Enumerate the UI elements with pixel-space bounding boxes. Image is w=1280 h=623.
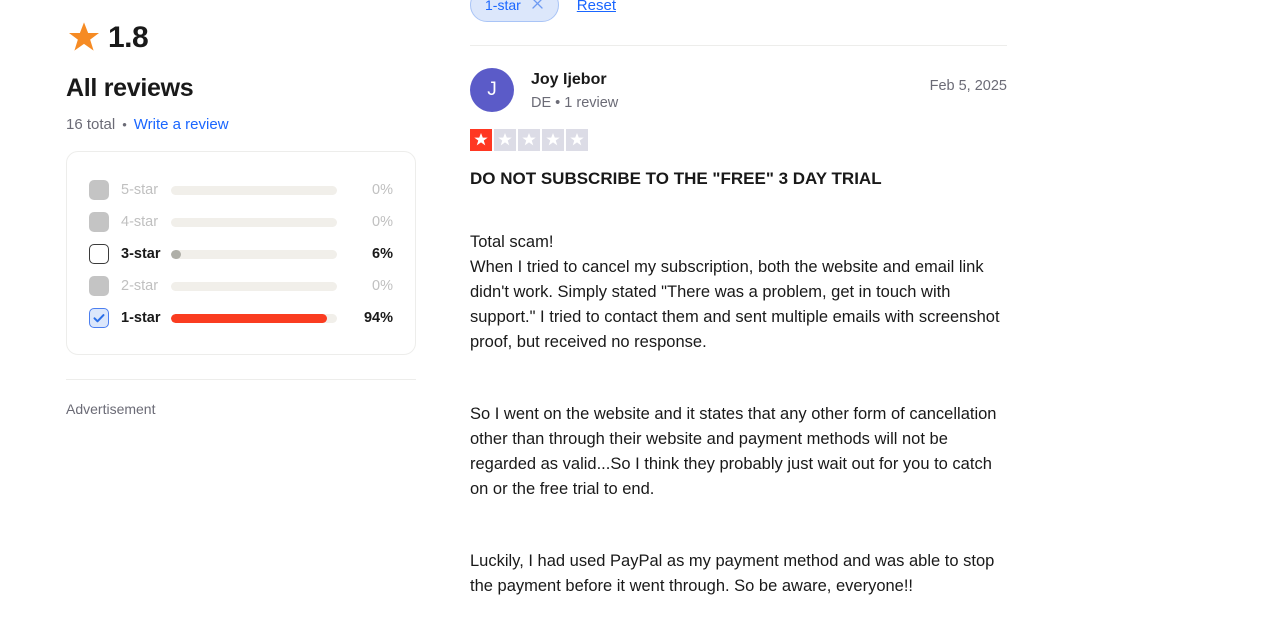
filter-checkbox-3-star[interactable] xyxy=(89,244,109,264)
close-icon[interactable] xyxy=(531,0,544,13)
distribution-percent-2-star: 0% xyxy=(372,278,393,294)
total-count-label: 16 total xyxy=(66,116,116,133)
page-title: All reviews xyxy=(66,74,194,102)
separator-dot: • xyxy=(122,117,127,132)
review-date: Feb 5, 2025 xyxy=(929,78,1007,94)
distribution-label-5-star: 5-star xyxy=(121,182,159,198)
distribution-bar-fill-3-star xyxy=(171,249,181,259)
totals-row: 16 total • Write a review xyxy=(66,116,416,133)
filter-checkbox-2-star xyxy=(89,276,109,296)
star-empty-icon xyxy=(494,129,516,151)
filter-checkbox-1-star[interactable] xyxy=(89,308,109,328)
reviewer-info: Joy Ijebor DE • 1 review xyxy=(514,68,618,111)
distribution-label-4-star: 4-star xyxy=(121,214,159,230)
review-paragraph: So I went on the website and it states t… xyxy=(470,405,997,499)
distribution-percent-5-star: 0% xyxy=(372,182,393,198)
distribution-row-4-star[interactable]: 4-star 0% xyxy=(89,206,393,238)
write-a-review-link[interactable]: Write a review xyxy=(134,116,229,133)
filter-checkbox-5-star xyxy=(89,180,109,200)
star-icon xyxy=(66,20,102,56)
filters-divider xyxy=(470,45,1007,46)
avatar[interactable]: J xyxy=(470,68,514,112)
reviews-list-column: 1-star Reset J Joy Ijebor DE • 1 review … xyxy=(470,0,1007,623)
active-filter-chip-1-star[interactable]: 1-star xyxy=(470,0,559,22)
review-header: J Joy Ijebor DE • 1 review Feb 5, 2025 xyxy=(470,68,1007,112)
review-star-rating xyxy=(470,129,1007,151)
reviewer-name[interactable]: Joy Ijebor xyxy=(531,70,618,91)
review-card: J Joy Ijebor DE • 1 review Feb 5, 2025 D… xyxy=(470,68,1007,623)
review-paragraph: Total scam! When I tried to cancel my su… xyxy=(470,233,1000,352)
distribution-row-1-star[interactable]: 1-star 94% xyxy=(89,302,393,334)
overall-score: 1.8 xyxy=(66,0,416,60)
sidebar-divider xyxy=(66,379,416,380)
distribution-row-2-star[interactable]: 2-star 0% xyxy=(89,270,393,302)
distribution-row-5-star[interactable]: 5-star 0% xyxy=(89,174,393,206)
distribution-bar-3-star xyxy=(171,249,337,259)
star-empty-icon xyxy=(566,129,588,151)
active-filters-bar: 1-star Reset xyxy=(470,0,1007,22)
review-body: Total scam! When I tried to cancel my su… xyxy=(470,205,1007,623)
distribution-bar-4-star xyxy=(171,217,337,227)
filter-checkbox-4-star xyxy=(89,212,109,232)
distribution-bar-5-star xyxy=(171,185,337,195)
review-paragraph: Luckily, I had used PayPal as my payment… xyxy=(470,552,995,596)
distribution-label-1-star: 1-star xyxy=(121,310,161,326)
reviews-summary-sidebar: 1.8 All reviews 16 total • Write a revie… xyxy=(66,0,416,417)
reviews-page: 1.8 All reviews 16 total • Write a revie… xyxy=(0,0,1280,623)
distribution-label-2-star: 2-star xyxy=(121,278,159,294)
distribution-bar-2-star xyxy=(171,281,337,291)
reset-filters-link[interactable]: Reset xyxy=(577,0,616,14)
distribution-label-3-star: 3-star xyxy=(121,246,161,262)
active-filter-chip-label: 1-star xyxy=(485,0,521,13)
score-value: 1.8 xyxy=(108,21,149,54)
star-empty-icon xyxy=(542,129,564,151)
distribution-bar-1-star xyxy=(171,313,337,323)
reviewer-meta: DE • 1 review xyxy=(531,94,619,111)
star-filled-icon xyxy=(470,129,492,151)
rating-distribution-card: 5-star 0% 4-star 0% 3-star 6% 2-star 0% … xyxy=(66,151,416,355)
star-empty-icon xyxy=(518,129,540,151)
distribution-bar-fill-1-star xyxy=(171,313,328,323)
distribution-percent-3-star: 6% xyxy=(372,246,393,262)
advertisement-label: Advertisement xyxy=(66,401,156,417)
distribution-row-3-star[interactable]: 3-star 6% xyxy=(89,238,393,270)
review-title[interactable]: DO NOT SUBSCRIBE TO THE "FREE" 3 DAY TRI… xyxy=(470,168,1007,191)
distribution-percent-1-star: 94% xyxy=(363,310,393,326)
distribution-percent-4-star: 0% xyxy=(372,214,393,230)
